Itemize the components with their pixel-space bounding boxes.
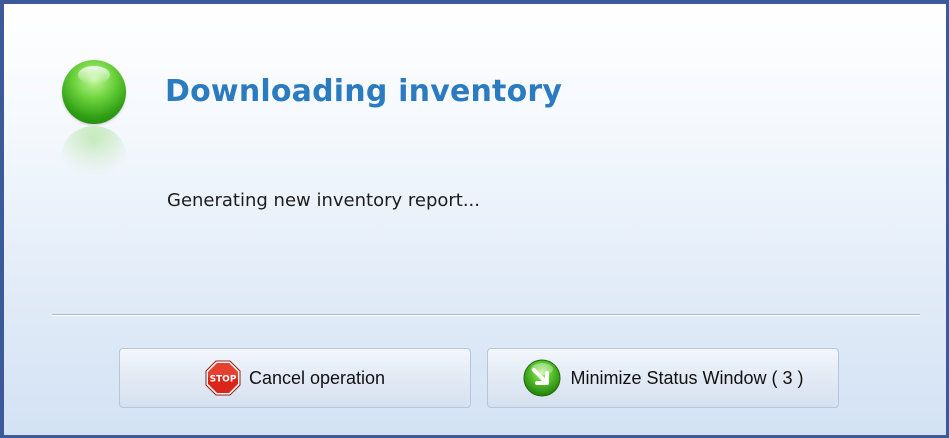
stop-sign-text: STOP: [210, 375, 237, 385]
status-orb-reflection: [62, 126, 126, 182]
divider: [52, 314, 920, 316]
cancel-operation-button[interactable]: STOP Cancel operation: [119, 348, 471, 408]
dialog-title: Downloading inventory: [165, 74, 563, 109]
stop-sign-icon: STOP: [205, 360, 241, 396]
minimize-status-window-label: Minimize Status Window ( 3 ): [570, 367, 804, 388]
cancel-operation-label: Cancel operation: [248, 367, 386, 388]
status-message: Generating new inventory report...: [167, 190, 481, 211]
green-arrow-icon: [523, 359, 561, 397]
status-dialog: Downloading inventory Generating new inv…: [0, 0, 949, 438]
status-orb-icon: [62, 60, 126, 124]
minimize-status-window-button[interactable]: Minimize Status Window ( 3 ): [487, 348, 839, 408]
